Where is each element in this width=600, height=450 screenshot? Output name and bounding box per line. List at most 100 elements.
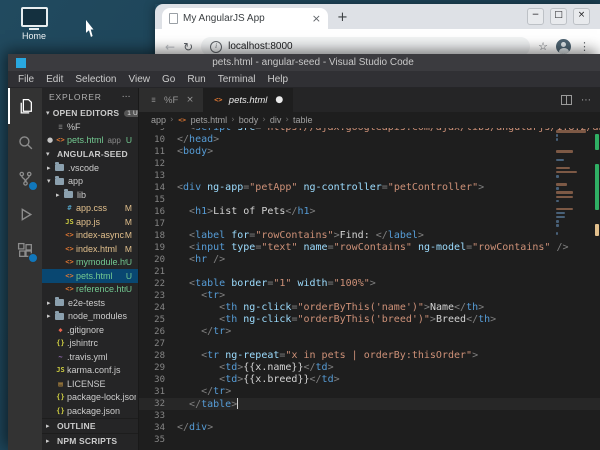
new-tab-button[interactable]: +: [337, 11, 348, 24]
title-bar[interactable]: pets.html - angular-seed - Visual Studio…: [8, 54, 600, 71]
code-line[interactable]: 14 <div ng-app="petApp" ng-controller="pe…: [139, 182, 600, 194]
activity-search[interactable]: [8, 124, 42, 160]
activity-extensions[interactable]: [8, 232, 42, 268]
vscode-window: pets.html - angular-seed - Visual Studio…: [8, 54, 600, 450]
split-editor-icon[interactable]: [561, 95, 572, 105]
file-tree-item[interactable]: ~ .travis.yml: [42, 350, 138, 364]
project-section-header[interactable]: ▾ ANGULAR-SEED: [42, 147, 138, 161]
reload-icon[interactable]: ↻: [183, 40, 193, 54]
code-line[interactable]: 35: [139, 434, 600, 446]
code-line[interactable]: 16 <h1>List of Pets</h1>: [139, 206, 600, 218]
home-desktop-icon[interactable]: Home: [12, 7, 56, 41]
menu-view[interactable]: View: [123, 74, 157, 85]
code-line[interactable]: 34 </div>: [139, 422, 600, 434]
file-tree-item[interactable]: {} package-lock.json: [42, 391, 138, 405]
breadcrumb-item[interactable]: body: [239, 115, 259, 125]
file-name: .vscode: [68, 162, 100, 173]
code-line[interactable]: 28 <tr ng-repeat="x in pets | orderBy:th…: [139, 350, 600, 362]
code-line[interactable]: 33: [139, 410, 600, 422]
code-line[interactable]: 15: [139, 194, 600, 206]
file-tree-item[interactable]: <>reference.htmlU: [42, 283, 138, 297]
code-line[interactable]: 19 <input type="text" name="rowContains"…: [139, 242, 600, 254]
close-button[interactable]: ×: [573, 8, 590, 25]
activity-explorer[interactable]: [8, 88, 42, 124]
code-line[interactable]: 29 <td>{{x.name}}</td>: [139, 362, 600, 374]
menu-edit[interactable]: Edit: [40, 74, 69, 85]
maximize-button[interactable]: □: [550, 8, 567, 25]
npm-scripts-section-header[interactable]: ▸ NPM SCRIPTS: [42, 432, 138, 448]
code-line[interactable]: 26 </tr>: [139, 326, 600, 338]
code-line[interactable]: 30 <td>{{x.breed}}</td>: [139, 374, 600, 386]
code-line[interactable]: 23 <tr>: [139, 290, 600, 302]
more-actions-icon[interactable]: ⋯: [581, 95, 591, 106]
tab-close-icon[interactable]: ×: [312, 13, 321, 24]
editor-tab[interactable]: <> pets.html ●: [203, 88, 294, 112]
code-line[interactable]: 10 </head>: [139, 134, 600, 146]
open-editor-item[interactable]: ≡ %F: [42, 120, 138, 134]
file-tree-item[interactable]: {} package.json: [42, 404, 138, 418]
file-tree-item[interactable]: ▾ app: [42, 175, 138, 189]
open-editors-section-header[interactable]: ▾ OPEN EDITORS 1 UNSAVED: [42, 106, 138, 120]
menu-help[interactable]: Help: [262, 74, 295, 85]
code-line[interactable]: 18 <label for="rowContains">Find: </labe…: [139, 230, 600, 242]
minimize-button[interactable]: −: [527, 8, 544, 25]
code-editor[interactable]: 9 <script src="https://ajax.googleapis.c…: [139, 128, 600, 450]
open-editor-item[interactable]: ● <> pets.html app U: [42, 134, 138, 148]
file-tree-item[interactable]: ▸ .vscode: [42, 161, 138, 175]
text-cursor: [237, 398, 239, 409]
file-tree-item[interactable]: <> index.html M: [42, 242, 138, 256]
license-file-icon: ▤: [58, 379, 63, 388]
bookmark-star-icon[interactable]: ☆: [538, 40, 548, 53]
code-line[interactable]: 17: [139, 218, 600, 230]
file-tree-item[interactable]: {} .jshintrc: [42, 337, 138, 351]
editor-tab[interactable]: ≡ %F ×: [139, 88, 204, 112]
file-tree-item[interactable]: JS karma.conf.js: [42, 364, 138, 378]
activity-run-debug[interactable]: [8, 196, 42, 232]
code-line[interactable]: 32 </table>: [139, 398, 600, 410]
code-line[interactable]: 27: [139, 338, 600, 350]
back-icon[interactable]: ←: [165, 40, 175, 54]
file-tree-item[interactable]: JS app.js M: [42, 215, 138, 229]
code-line[interactable]: 21: [139, 266, 600, 278]
dirty-indicator-icon[interactable]: ●: [275, 95, 283, 105]
breadcrumb-item[interactable]: app: [151, 115, 166, 125]
breadcrumb-item[interactable]: div: [270, 115, 282, 125]
site-info-icon[interactable]: i: [210, 40, 223, 53]
code-line[interactable]: 13: [139, 170, 600, 182]
file-tree-item[interactable]: <>mymodule.htmlU: [42, 256, 138, 270]
profile-avatar[interactable]: [556, 39, 571, 54]
file-tree-item[interactable]: <>index-async.htmlM: [42, 229, 138, 243]
breadcrumb-item[interactable]: table: [293, 115, 313, 125]
code-line[interactable]: 20 <hr />: [139, 254, 600, 266]
file-tree-item[interactable]: ▸ lib: [42, 188, 138, 202]
file-tree-item[interactable]: ◆ .gitignore: [42, 323, 138, 337]
line-number: 25: [154, 315, 165, 325]
breadcrumb-item[interactable]: pets.html: [191, 115, 228, 125]
menu-selection[interactable]: Selection: [69, 74, 122, 85]
file-tree-item[interactable]: ▸ e2e-tests: [42, 296, 138, 310]
mouse-cursor: [86, 20, 94, 37]
menu-run[interactable]: Run: [181, 74, 211, 85]
code-text: <h1>List of Pets</h1>: [189, 206, 316, 217]
activity-source-control[interactable]: [8, 160, 42, 196]
search-icon: [18, 135, 32, 149]
code-line[interactable]: 25 <th ng-click="orderByThis('breed')">B…: [139, 314, 600, 326]
browser-menu-icon[interactable]: ⋮: [579, 40, 590, 53]
menu-terminal[interactable]: Terminal: [212, 74, 262, 85]
code-line[interactable]: 24 <th ng-click="orderByThis('name')">Na…: [139, 302, 600, 314]
file-tree-item[interactable]: ▸ node_modules: [42, 310, 138, 324]
more-actions-icon[interactable]: ⋯: [122, 92, 131, 102]
file-tree-item[interactable]: ▤ LICENSE: [42, 377, 138, 391]
code-line[interactable]: 22 <table border="1" width="100%">: [139, 278, 600, 290]
outline-section-header[interactable]: ▸ OUTLINE: [42, 417, 138, 433]
source-control-badge: [28, 181, 38, 191]
code-line[interactable]: 31 </tr>: [139, 386, 600, 398]
browser-tab[interactable]: My AngularJS App ×: [162, 8, 328, 29]
code-line[interactable]: 12: [139, 158, 600, 170]
file-tree-item[interactable]: <> pets.html U: [42, 269, 138, 283]
tab-close-icon[interactable]: ×: [186, 95, 194, 105]
file-tree-item[interactable]: # app.css M: [42, 202, 138, 216]
menu-go[interactable]: Go: [156, 74, 181, 85]
menu-file[interactable]: File: [12, 74, 40, 85]
code-line[interactable]: 11 <body>: [139, 146, 600, 158]
